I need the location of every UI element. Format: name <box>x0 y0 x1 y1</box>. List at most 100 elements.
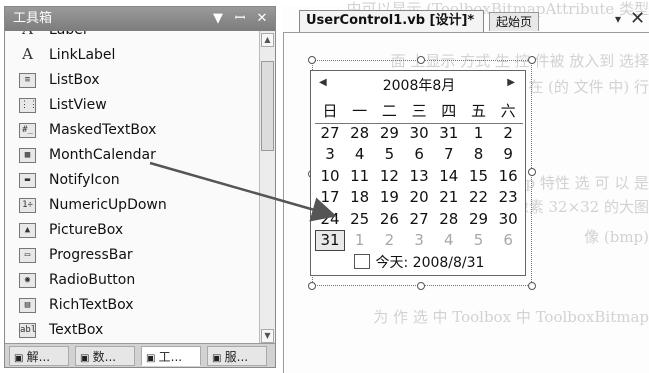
calendar-day-cell[interactable]: 4 <box>434 230 464 251</box>
calendar-day-cell[interactable]: 15 <box>464 166 494 187</box>
calendar-week-row: 17 18 19 20 21 22 23 <box>315 187 523 209</box>
toolbox-item-radiobutton[interactable]: ◉ RadioButton <box>5 268 261 293</box>
calendar-day-cell[interactable]: 27 <box>404 209 434 230</box>
resize-handle-top[interactable] <box>417 56 425 64</box>
calendar-day-cell[interactable]: 3 <box>404 230 434 251</box>
weekday-label: 三 <box>411 102 427 120</box>
calendar-day-cell[interactable]: 20 <box>404 187 434 208</box>
calendar-day-cell[interactable]: 6 <box>404 144 434 165</box>
resize-handle-bottom[interactable] <box>417 282 425 290</box>
calendar-day-cell[interactable]: 28 <box>345 123 375 144</box>
resize-handle-top-left[interactable] <box>308 56 316 64</box>
calendar-day-cell[interactable]: 28 <box>434 209 464 230</box>
tab-start-page[interactable]: 起始页 <box>489 12 539 31</box>
calendar-day-cell[interactable]: 25 <box>345 209 375 230</box>
bottom-tab-label: 解... <box>26 350 51 364</box>
calendar-day-cell[interactable]: 18 <box>345 187 375 208</box>
resize-handle-bottom-left[interactable] <box>308 282 316 290</box>
document-tabbar: UserControl1.vb [设计]* 起始页 ▾ ✕ <box>283 6 649 32</box>
calendar-day-cell[interactable]: 13 <box>404 166 434 187</box>
bottom-tab-1[interactable]: ▣ 解... <box>9 346 69 366</box>
calendar-day-cell[interactable]: 11 <box>345 166 375 187</box>
bottom-tab-3[interactable]: ▣ 工... <box>141 346 201 366</box>
calendar-day-cell[interactable]: 2 <box>493 123 523 144</box>
calendar-day-cell[interactable]: 5 <box>464 230 494 251</box>
today-label: 今天: 2008/8/31 <box>375 255 485 271</box>
close-icon[interactable]: ✕ <box>253 9 271 29</box>
calendar-month-label[interactable]: 2008年8月 <box>311 75 527 95</box>
calendar-day-cell[interactable]: 14 <box>434 166 464 187</box>
calendar-day-cell[interactable]: 5 <box>374 144 404 165</box>
toolbox-item-textbox[interactable]: abl TextBox <box>5 318 261 343</box>
scroll-down-icon[interactable]: ▼ <box>261 329 274 343</box>
calendar-day-cell[interactable]: 26 <box>374 209 404 230</box>
bottom-tab-2[interactable]: ▣ 数... <box>75 346 135 366</box>
calendar-day-cell[interactable]: 30 <box>404 123 434 144</box>
calendar-day-cell[interactable]: 3 <box>315 144 345 165</box>
calendar-day-cell[interactable]: 19 <box>374 187 404 208</box>
calendar-day-cell[interactable]: 30 <box>493 209 523 230</box>
toolbox-item-notifyicon[interactable]: ▬ NotifyIcon <box>5 168 261 193</box>
calendar-today-row[interactable]: 今天: 2008/8/31 <box>311 252 527 274</box>
next-month-icon[interactable]: ▶ <box>507 77 515 88</box>
pin-icon[interactable]: ꟷ <box>231 9 249 29</box>
toolbox-item-richtextbox[interactable]: ▤ RichTextBox <box>5 293 261 318</box>
toolbox-item-label: LinkLabel <box>49 47 116 63</box>
calendar-day-cell[interactable]: 10 <box>315 166 345 187</box>
toolbox-item-maskedtextbox[interactable]: #_ MaskedTextBox <box>5 118 261 143</box>
toolbox-item-label: MaskedTextBox <box>49 122 157 138</box>
toolbox-item-label[interactable]: A Label <box>5 31 261 43</box>
calendar-day-cell[interactable]: 6 <box>493 230 523 251</box>
calendar-week-row: 10 11 12 13 14 15 16 <box>315 166 523 188</box>
calendar-day-cell[interactable]: 17 <box>315 187 345 208</box>
weekday-divider <box>315 123 523 124</box>
toolbox-item-listview[interactable]: ⋮⋮ ListView <box>5 93 261 118</box>
calendar-day-cell[interactable]: 23 <box>493 187 523 208</box>
calendar-day-cell[interactable]: 2 <box>374 230 404 251</box>
resize-handle-top-right[interactable] <box>528 56 536 64</box>
resize-handle-right[interactable] <box>528 168 536 176</box>
calendar-day-cell[interactable]: 1 <box>464 123 494 144</box>
calendar-day-cell[interactable]: 21 <box>434 187 464 208</box>
toolbox-item-picturebox[interactable]: ▲ PictureBox <box>5 218 261 243</box>
calendar-today-cell[interactable]: 31 <box>315 230 345 251</box>
calendar-day-cell[interactable]: 24 <box>315 209 345 230</box>
tab-usercontrol-design[interactable]: UserControl1.vb [设计]* <box>299 10 484 32</box>
toolbox-item-numericupdown[interactable]: 1÷ NumericUpDown <box>5 193 261 218</box>
progressbar-icon: ▭ <box>19 248 36 263</box>
toolbox-scrollbar[interactable]: ▲ ▼ <box>259 31 275 345</box>
toolbox-item-linklabel[interactable]: A LinkLabel <box>5 43 261 68</box>
weekday-label: 六 <box>500 102 516 120</box>
calendar-day-cell[interactable]: 12 <box>374 166 404 187</box>
calendar-day-cell[interactable]: 16 <box>493 166 523 187</box>
calendar-day-cell[interactable]: 9 <box>493 144 523 165</box>
calendar-day-cell[interactable]: 22 <box>464 187 494 208</box>
toolbox-item-label: NotifyIcon <box>49 172 120 188</box>
calendar-day-cell[interactable]: 8 <box>464 144 494 165</box>
calendar-day-cell[interactable]: 29 <box>374 123 404 144</box>
bottom-tab-4[interactable]: ▣ 服... <box>207 346 267 366</box>
month-calendar[interactable]: ◀ 2008年8月 ▶ 日一二三四五六 27 28 29 30 31 1 2 3 4 5 6 7 8 9 10… <box>310 70 526 276</box>
toolbox-item-progressbar[interactable]: ▭ ProgressBar <box>5 243 261 268</box>
calendar-day-cell[interactable]: 27 <box>315 123 345 144</box>
document-close-icon[interactable]: ✕ <box>630 8 645 29</box>
calendar-day-cell[interactable]: 7 <box>434 144 464 165</box>
dropdown-arrow-icon[interactable]: ▼ <box>209 9 227 29</box>
tab-list-dropdown-icon[interactable]: ▾ <box>615 12 621 26</box>
weekday-label: 日 <box>322 102 338 120</box>
scroll-thumb[interactable] <box>261 61 274 151</box>
toolbox-item-label: TextBox <box>49 322 104 338</box>
calendar-day-cell[interactable]: 29 <box>464 209 494 230</box>
textbox-icon: abl <box>19 323 36 338</box>
resize-handle-bottom-right[interactable] <box>528 282 536 290</box>
toolbox-item-monthcalendar[interactable]: ▦ MonthCalendar <box>5 143 261 168</box>
calendar-day-cell[interactable]: 1 <box>345 230 375 251</box>
calendar-day-cell[interactable]: 31 <box>434 123 464 144</box>
today-box-icon <box>353 254 370 269</box>
label-icon: A <box>19 31 36 38</box>
toolbox-item-listbox[interactable]: ≡ ListBox <box>5 68 261 93</box>
scroll-up-icon[interactable]: ▲ <box>261 33 274 47</box>
calendar-day-cell[interactable]: 4 <box>345 144 375 165</box>
toolbox-item-label: RichTextBox <box>49 297 134 313</box>
toolbox-item-list: A Label A LinkLabel ≡ ListBox ⋮⋮ ListView #_ Mask… <box>5 31 261 345</box>
